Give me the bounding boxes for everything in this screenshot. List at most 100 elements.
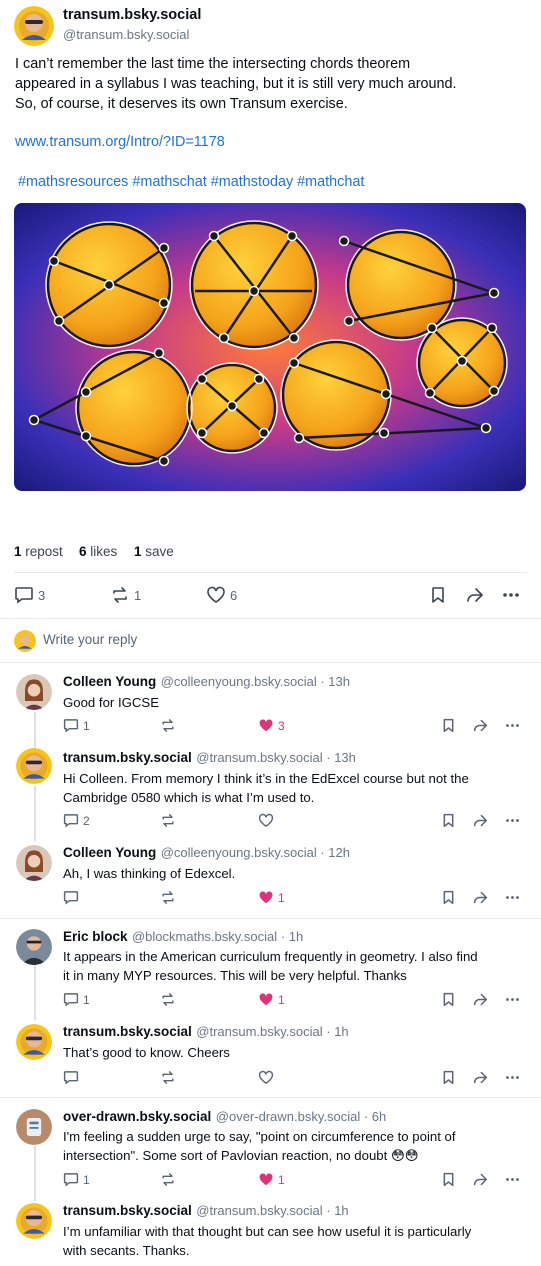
repost-button[interactable] — [160, 813, 176, 828]
repost-stat[interactable]: 1 repost — [14, 544, 63, 559]
bookmark-button[interactable] — [441, 813, 456, 828]
repost-button[interactable] — [160, 1070, 176, 1085]
post-link[interactable]: www.transum.org/Intro/?ID=1178 — [15, 134, 225, 150]
post-author-name[interactable]: transum.bsky.social — [63, 7, 201, 23]
more-options-button[interactable] — [501, 586, 521, 604]
share-button[interactable] — [472, 718, 489, 733]
share-arrow-icon — [473, 1173, 488, 1186]
reply-button[interactable]: 2 — [63, 813, 90, 828]
repost-icon — [162, 891, 174, 904]
reply-icon — [63, 1071, 79, 1085]
like-button[interactable]: 1 — [258, 992, 285, 1007]
post-image[interactable] — [14, 203, 526, 491]
like-button[interactable]: 1 — [258, 1172, 285, 1187]
reply-header: transum.bsky.social @transum.bsky.social… — [63, 749, 356, 767]
ellipsis-icon — [506, 1076, 519, 1079]
reply-composer[interactable]: Write your reply — [43, 632, 137, 647]
repost-button[interactable] — [160, 718, 176, 733]
reply-avatar[interactable] — [16, 674, 52, 710]
more-options-button[interactable] — [504, 992, 521, 1007]
heart-filled-icon — [259, 993, 273, 1006]
like-button[interactable]: 1 — [258, 890, 285, 905]
reply-header: over-drawn.bsky.social @over-drawn.bsky.… — [63, 1108, 386, 1126]
reply-author-name[interactable]: transum.bsky.social — [63, 750, 192, 765]
more-options-button[interactable] — [504, 1172, 521, 1187]
reply-author-meta[interactable]: @transum.bsky.social · 1h — [196, 1203, 348, 1218]
reply-text-line: Cambridge 0580 which is what I’m used to… — [63, 790, 315, 805]
like-button[interactable]: 3 — [258, 718, 285, 733]
post-text-line: So, of course, it deserves its own Trans… — [15, 96, 348, 112]
reply-avatar[interactable] — [16, 1024, 52, 1060]
like-button[interactable]: 6 — [206, 586, 237, 604]
share-button[interactable] — [472, 813, 489, 828]
reply-avatar[interactable] — [16, 1203, 52, 1239]
share-button[interactable] — [472, 1172, 489, 1187]
share-button[interactable] — [472, 890, 489, 905]
ellipsis-icon — [506, 819, 519, 822]
reply-count: 1 — [83, 1172, 90, 1187]
reply-count: 1 — [83, 992, 90, 1007]
ellipsis-icon — [506, 998, 519, 1001]
reply-button[interactable]: 1 — [63, 992, 90, 1007]
reply-author-name[interactable]: over-drawn.bsky.social — [63, 1109, 211, 1124]
repost-button[interactable] — [160, 992, 176, 1007]
likes-stat[interactable]: 6 likes — [79, 544, 117, 559]
my-avatar — [14, 630, 36, 652]
reply-author-meta[interactable]: @transum.bsky.social · 13h — [196, 750, 356, 765]
share-arrow-icon — [467, 588, 483, 602]
reply-author-name[interactable]: Colleen Young — [63, 845, 156, 860]
bookmark-button[interactable] — [441, 992, 456, 1007]
reply-button[interactable]: 1 — [63, 1172, 90, 1187]
like-button[interactable] — [258, 813, 274, 828]
like-count: 1 — [278, 992, 285, 1007]
share-arrow-icon — [473, 719, 488, 732]
share-button[interactable] — [472, 1070, 489, 1085]
reply-button[interactable]: 1 — [63, 718, 90, 733]
post-author-handle[interactable]: @transum.bsky.social — [63, 27, 189, 42]
bookmark-button[interactable] — [441, 890, 456, 905]
author-avatar[interactable] — [14, 6, 54, 46]
reply-button[interactable] — [63, 890, 79, 905]
reply-avatar[interactable] — [16, 748, 52, 784]
post-hashtags[interactable]: #mathsresources #mathschat #mathstoday #… — [18, 174, 364, 190]
bookmark-button[interactable] — [429, 586, 447, 604]
like-button[interactable] — [258, 1070, 274, 1085]
more-options-button[interactable] — [504, 813, 521, 828]
reply-avatar[interactable] — [16, 845, 52, 881]
repost-button[interactable]: 1 — [110, 586, 141, 604]
reply-author-name[interactable]: transum.bsky.social — [63, 1024, 192, 1039]
more-options-button[interactable] — [504, 1070, 521, 1085]
reply-author-meta[interactable]: @over-drawn.bsky.social · 6h — [216, 1109, 386, 1124]
bookmark-button[interactable] — [441, 718, 456, 733]
more-options-button[interactable] — [504, 718, 521, 733]
share-arrow-icon — [473, 1071, 488, 1084]
reply-avatar[interactable] — [16, 929, 52, 965]
reply-count: 3 — [38, 587, 46, 603]
reply-author-meta[interactable]: @transum.bsky.social · 1h — [196, 1024, 348, 1039]
bookmark-button[interactable] — [441, 1172, 456, 1187]
reply-button[interactable]: 3 — [14, 586, 45, 604]
repost-icon — [162, 814, 174, 827]
reply-author-meta[interactable]: @blockmaths.bsky.social · 1h — [132, 929, 303, 944]
reply-text-line: intersection". Some sort of Pavlovian re… — [63, 1148, 419, 1163]
reply-author-name[interactable]: Colleen Young — [63, 674, 156, 689]
bookmark-button[interactable] — [441, 1070, 456, 1085]
reply-author-meta[interactable]: @colleenyoung.bsky.social · 12h — [161, 845, 350, 860]
bookmark-icon — [432, 587, 444, 603]
reply-icon — [15, 587, 33, 604]
reply-avatar[interactable] — [16, 1109, 52, 1145]
reply-header: transum.bsky.social @transum.bsky.social… — [63, 1023, 349, 1041]
bookmark-icon — [443, 992, 454, 1007]
share-button[interactable] — [472, 992, 489, 1007]
reply-author-name[interactable]: transum.bsky.social — [63, 1203, 192, 1218]
repost-button[interactable] — [160, 1172, 176, 1187]
more-options-button[interactable] — [504, 890, 521, 905]
repost-button[interactable] — [160, 890, 176, 905]
share-button[interactable] — [465, 586, 485, 604]
reply-count: 2 — [83, 813, 90, 828]
saves-stat[interactable]: 1 save — [134, 544, 174, 559]
reply-author-meta[interactable]: @colleenyoung.bsky.social · 13h — [161, 674, 350, 689]
thread-line — [34, 712, 36, 748]
reply-author-name[interactable]: Eric block — [63, 929, 128, 944]
reply-button[interactable] — [63, 1070, 79, 1085]
